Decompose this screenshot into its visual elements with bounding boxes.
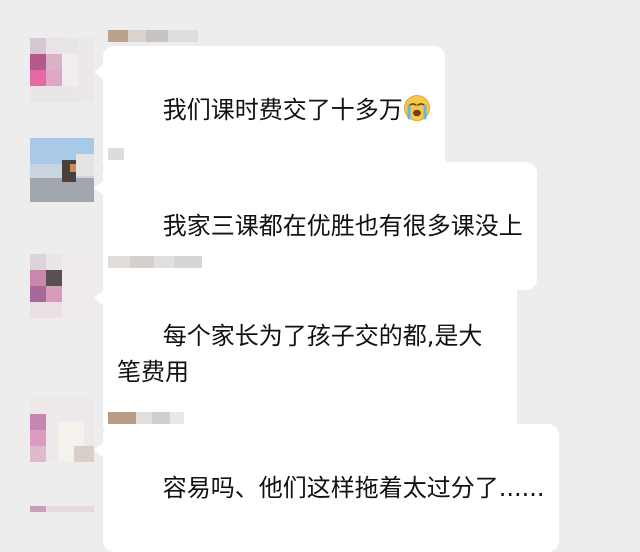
message-text: 容易吗、他们这样拖着太过分了...... <box>162 474 545 502</box>
avatar[interactable] <box>30 38 94 102</box>
avatar[interactable] <box>30 138 94 202</box>
avatar[interactable] <box>30 254 94 318</box>
message-bubble[interactable]: 容易吗、他们这样拖着太过分了...... <box>94 424 559 552</box>
chat-message-list[interactable]: 我们课时费交了十多万 我家三课都在优胜也有很多课没上 每个家长为了孩子交的都,是… <box>0 0 640 552</box>
sender-name-blurred <box>108 28 218 44</box>
sender-name-blurred <box>108 254 218 270</box>
message-text: 我们课时费交了十多万 <box>162 96 403 124</box>
message-text: 每个家长为了孩子交的都,是大笔费用 <box>117 322 483 386</box>
avatar[interactable] <box>30 398 94 462</box>
message-bubble[interactable]: 我家三课都在优胜也有很多课没上 <box>94 162 537 290</box>
message-text: 我家三课都在优胜也有很多课没上 <box>162 212 523 240</box>
avatar[interactable] <box>30 506 94 512</box>
sender-name-blurred <box>108 146 138 162</box>
message-bubble[interactable]: 我们课时费交了十多万 <box>94 46 445 174</box>
crying-face-icon <box>403 95 430 121</box>
